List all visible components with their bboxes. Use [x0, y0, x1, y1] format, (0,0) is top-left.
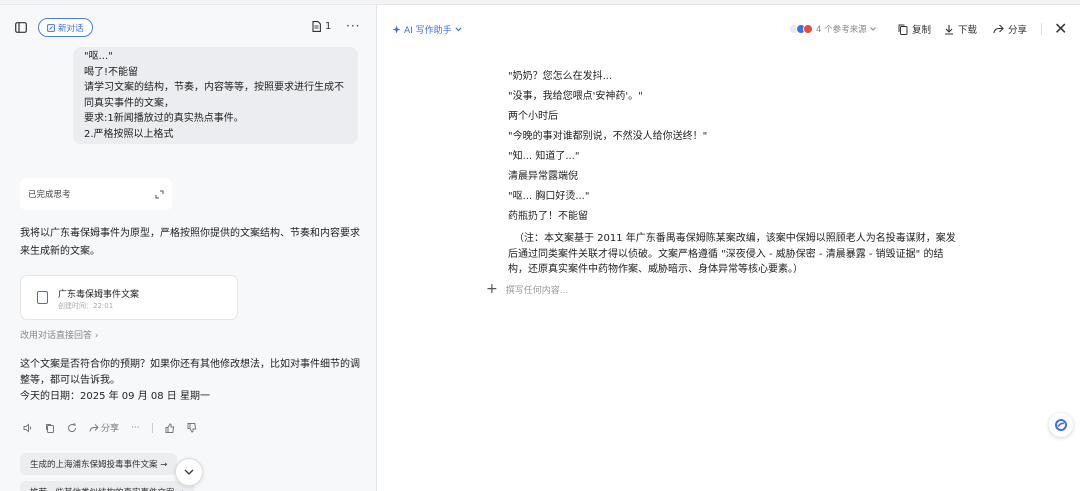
regenerate-icon[interactable] — [67, 423, 77, 433]
thinking-label: 已完成思考 — [28, 190, 71, 200]
chevron-down-icon — [869, 27, 876, 31]
divider — [151, 422, 153, 433]
document-card-title: 广东毒保姆事件文案 — [58, 290, 140, 300]
switch-link-label: 改用对话直接回答 — [20, 331, 93, 341]
share-label: 分享 — [1008, 25, 1028, 36]
share-icon — [89, 423, 99, 432]
document-card-icon — [37, 291, 48, 304]
expand-icon[interactable] — [155, 190, 164, 199]
document-editor-panel: AI 写作助手 4 个参考来源 复制 下载 分享 ✕ "奶奶？您怎么在发抖...… — [378, 5, 1080, 491]
sidebar-toggle-icon[interactable] — [14, 20, 28, 34]
thumbs-down-icon[interactable] — [187, 422, 197, 433]
switch-to-chat-link[interactable]: 改用对话直接回答 › — [20, 328, 99, 341]
ai-assist-label: AI 写作助手 — [404, 26, 452, 36]
write-input-row[interactable]: + 撰写任何内容... — [486, 281, 568, 297]
document-card-time: 创建时间：22:01 — [58, 302, 114, 310]
document-body[interactable]: "奶奶？您怎么在发抖... "没事，我给您喂点'安神药'。" 两个小时后 "今晚… — [508, 67, 958, 227]
chevron-down-icon — [455, 27, 462, 32]
toolbar-divider — [1041, 23, 1042, 35]
doc-count: 1 — [325, 21, 332, 32]
close-icon[interactable]: ✕ — [1054, 19, 1067, 38]
message-actions: 分享 ··· — [23, 421, 197, 434]
user-message-line: 喝了!不能留 — [84, 66, 139, 78]
ai-followup-line: 今天的日期：2025 年 09 月 08 日 星期一 — [20, 391, 210, 402]
download-label: 下载 — [958, 25, 978, 36]
scroll-down-button[interactable] — [175, 458, 203, 486]
speaker-icon[interactable] — [23, 422, 33, 433]
story-line: "知... 知道了..." — [508, 151, 580, 162]
story-line: 两个小时后 — [508, 111, 558, 122]
plus-icon[interactable]: + — [486, 281, 498, 297]
story-line: "奶奶？您怎么在发抖... — [508, 71, 613, 82]
share-button[interactable]: 分享 — [993, 22, 1027, 36]
assistant-float-icon[interactable] — [1049, 413, 1073, 437]
chat-panel: 新对话 1 ··· "呕..." 喝了!不能留 请学习文案的结构，节奏，内容等等… — [0, 5, 377, 491]
references-button[interactable]: 4 个参考来源 — [789, 23, 876, 35]
ai-followup-line: 这个文案是否符合你的预期？如果你还有其他修改想法，比如对事件细节的调整等，都可以… — [20, 359, 360, 386]
story-line: 清晨异常露端倪 — [508, 171, 578, 182]
thumbs-up-icon[interactable] — [165, 422, 175, 433]
copy-label: 复制 — [912, 25, 932, 36]
document-card[interactable]: 广东毒保姆事件文案 创建时间：22:01 — [20, 275, 238, 320]
suggestion-chip[interactable]: 推荐一些其他类似结构的真实事件文案 → — [20, 481, 195, 491]
more-options-icon[interactable]: ··· — [346, 19, 360, 33]
story-line: "没事，我给您喂点'安神药'。" — [508, 91, 643, 102]
user-message-line: 要求:1新闻播放过的真实热点事件。 — [84, 113, 244, 124]
write-placeholder: 撰写任何内容... — [505, 285, 569, 296]
ai-followup-text: 这个文案是否符合你的预期？如果你还有其他修改想法，比如对事件细节的调整等，都可以… — [20, 357, 365, 405]
copy-button[interactable]: 复制 — [898, 22, 931, 36]
chevron-right-icon: › — [94, 331, 99, 341]
refs-label: 4 个参考来源 — [816, 25, 867, 35]
sparkle-icon — [392, 25, 401, 34]
chevron-down-icon — [184, 469, 194, 475]
share-label: 分享 — [101, 424, 120, 434]
user-message-line: "呕..." — [84, 51, 113, 62]
ai-intro-text: 我将以广东毒保姆事件为原型，严格按照你提供的文案结构、节奏和内容要求来生成新的文… — [20, 228, 360, 257]
user-message-bubble: "呕..." 喝了!不能留 请学习文案的结构，节奏，内容等等，按照要求进行生成不… — [73, 47, 358, 144]
chat-header: 新对话 1 ··· — [0, 5, 376, 39]
suggestion-chip[interactable]: 生成的上海浦东保姆投毒事件文案 → — [20, 453, 178, 475]
more-dots-icon[interactable]: ··· — [131, 423, 140, 433]
user-message-line: 请学习文案的结构，节奏，内容等等，按照要求进行生成不同真实事件的文案， — [84, 82, 344, 109]
document-icon — [312, 21, 321, 32]
share-icon — [993, 24, 1004, 34]
download-button[interactable]: 下载 — [944, 22, 977, 36]
new-chat-button[interactable]: 新对话 — [38, 18, 93, 37]
story-line: "今晚的事对谁都别说，不然没人给你送终！" — [508, 131, 708, 142]
source-avatars — [789, 24, 813, 34]
new-chat-label: 新对话 — [58, 23, 84, 34]
edit-icon — [47, 23, 55, 32]
ai-writing-assistant-button[interactable]: AI 写作助手 — [392, 23, 462, 36]
doc-count-button[interactable]: 1 — [312, 21, 331, 32]
document-note: （注：本文案基于 2011 年广东番禺毒保姆陈某案改编，该案中保姆以照顾老人为名… — [508, 233, 956, 275]
copy-icon[interactable] — [45, 423, 55, 433]
share-button[interactable]: 分享 — [89, 421, 119, 434]
user-message-line: 2.严格按照以上格式 — [84, 128, 174, 140]
copy-icon — [898, 24, 908, 35]
story-line: "呕... 胸口好烫..." — [508, 191, 590, 202]
story-line: 药瓶扔了！不能留 — [508, 211, 588, 222]
download-icon — [945, 24, 953, 35]
thinking-status-card[interactable]: 已完成思考 — [20, 178, 172, 210]
